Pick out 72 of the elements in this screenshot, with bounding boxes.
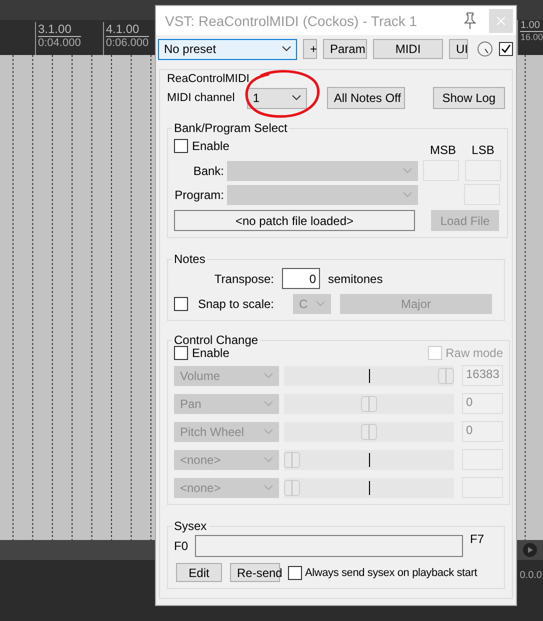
always-send-checkbox[interactable]: [288, 566, 302, 580]
group-title: Control Change: [173, 333, 260, 347]
transpose-label: Transpose:: [213, 272, 274, 286]
raw-mode-label: Raw mode: [446, 346, 503, 360]
enable-label: Enable: [192, 346, 230, 360]
chevron-down-icon: [264, 456, 273, 462]
program-dropdown[interactable]: [227, 184, 418, 204]
chevron-down-icon: [403, 168, 412, 174]
group-title: Bank/Program Select: [173, 121, 288, 135]
window-title: VST: ReaControlMIDI (Cockos) - Track 1: [165, 12, 418, 28]
controller-slider[interactable]: [284, 422, 454, 442]
position-readout: 0.0.0: [520, 570, 542, 583]
all-notes-off-button[interactable]: All Notes Off: [326, 87, 405, 109]
toolbar-button[interactable]: +: [303, 39, 317, 59]
toolbar-button[interactable]: Param: [323, 39, 367, 59]
always-send-label: Always send sysex on playback start: [305, 566, 478, 578]
group-title: Sysex: [173, 519, 208, 533]
sysex-prefix-label: F0: [174, 539, 188, 553]
chevron-down-icon: [282, 46, 291, 52]
enable-label: Enable: [192, 139, 230, 153]
ruler-time-label: 0:04.000: [38, 37, 81, 49]
sysex-field[interactable]: [195, 535, 464, 557]
knob-icon[interactable]: [477, 41, 493, 57]
sysex-suffix-label: F7: [470, 532, 484, 546]
snap-to-scale-checkbox[interactable]: [174, 297, 188, 311]
controller-slider[interactable]: [284, 394, 454, 414]
slider-thumb[interactable]: [361, 396, 377, 412]
ruler-bar-label: 4.1.00: [106, 22, 149, 37]
ruler-bar-label: 3.1.00: [38, 22, 81, 37]
toolbar-button[interactable]: UI: [449, 39, 468, 59]
preset-dropdown[interactable]: No preset: [158, 38, 297, 60]
controller-slider[interactable]: [284, 366, 454, 386]
section-title: ReaControlMIDI: [167, 73, 250, 85]
msb-label: MSB: [428, 143, 457, 157]
show-log-button[interactable]: Show Log: [432, 87, 505, 109]
toolbar-button[interactable]: MIDI: [373, 39, 443, 59]
play-icon[interactable]: [523, 543, 537, 557]
enable-checkbox[interactable]: [174, 139, 188, 153]
slider-thumb[interactable]: [361, 424, 377, 440]
chevron-down-icon: [264, 400, 273, 406]
transpose-field[interactable]: 0: [282, 268, 320, 289]
group-title: Notes: [173, 252, 206, 266]
program-label: Program:: [174, 188, 224, 202]
ruler-time-label: 0:06.000: [106, 37, 149, 49]
lsb-label: LSB: [470, 143, 496, 157]
patch-file-field: <no patch file loaded>: [174, 210, 415, 231]
chevron-down-icon: [292, 95, 301, 101]
pin-icon[interactable]: [463, 12, 477, 30]
bank-label: Bank:: [192, 164, 224, 178]
slider-thumb[interactable]: [284, 452, 300, 468]
enable-checkbox[interactable]: [174, 346, 188, 360]
chevron-down-icon: [264, 484, 273, 490]
midi-channel-dropdown[interactable]: 1: [246, 88, 307, 108]
chevron-down-icon: [264, 372, 273, 378]
edit-button[interactable]: Edit: [176, 563, 222, 582]
close-icon: [497, 16, 505, 24]
slider-thumb[interactable]: [438, 368, 454, 384]
ruler-bar-label: 1.00: [520, 20, 543, 32]
slider-thumb[interactable]: [284, 480, 300, 496]
midi-channel-label: MIDI channel: [167, 92, 236, 104]
chevron-down-icon: [316, 301, 325, 307]
controller-slider[interactable]: [284, 450, 454, 470]
close-button[interactable]: [489, 8, 513, 32]
bypass-checkbox[interactable]: [499, 42, 513, 56]
semitones-label: semitones: [328, 272, 383, 286]
snap-to-scale-label: Snap to scale:: [196, 297, 274, 311]
bank-dropdown[interactable]: [227, 160, 418, 180]
controller-slider[interactable]: [284, 478, 454, 498]
chevron-down-icon: [264, 428, 273, 434]
chevron-down-icon: [403, 192, 412, 198]
resend-button[interactable]: Re-send: [230, 563, 280, 582]
ruler-time-label: 16.00: [520, 32, 543, 42]
